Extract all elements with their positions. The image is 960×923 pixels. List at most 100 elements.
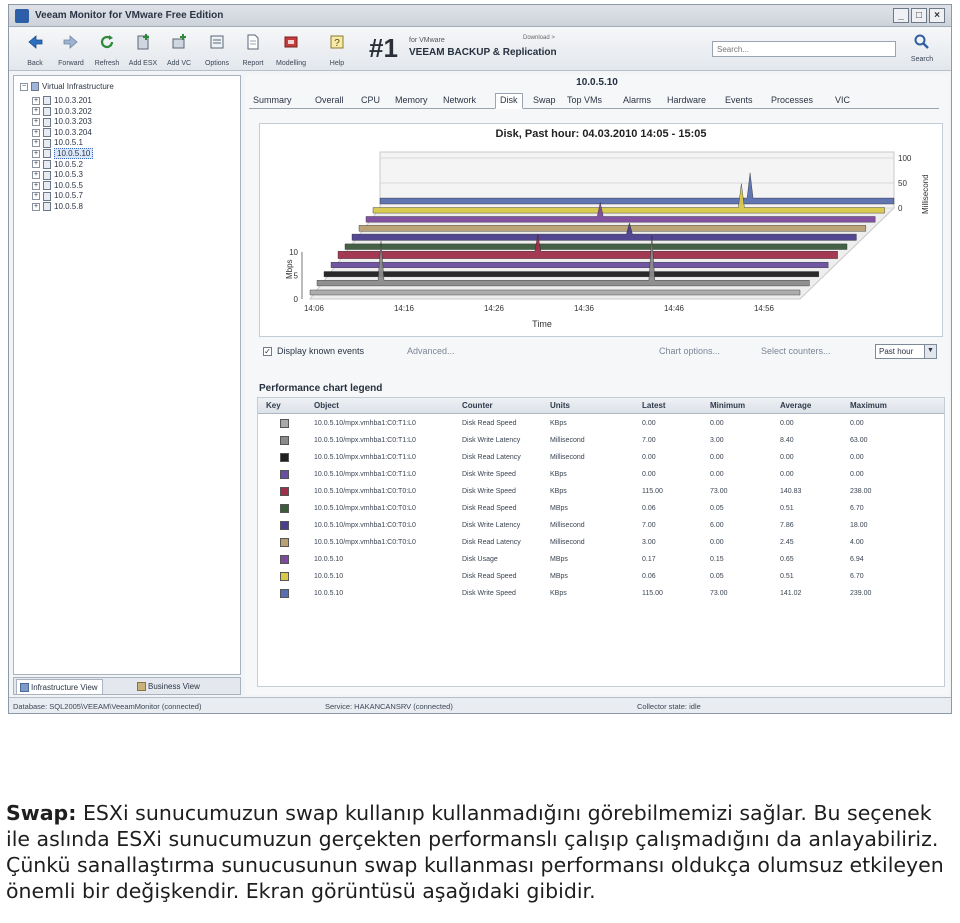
back-button[interactable]: Back (17, 31, 53, 67)
column-average[interactable]: Average (780, 401, 811, 410)
refresh-button[interactable]: Refresh (89, 31, 125, 67)
tab-top-vms[interactable]: Top VMs (567, 93, 602, 109)
right-y-tick-label: 100 (898, 154, 912, 163)
expand-icon[interactable]: + (32, 107, 40, 116)
tree-root[interactable]: − Virtual Infrastructure (20, 82, 114, 94)
advanced-link[interactable]: Advanced... (407, 346, 455, 356)
modelling-button[interactable]: Modelling (273, 31, 309, 67)
legend-row[interactable]: 10.0.5.10/mpx.vmhba1:C0:T1:L0 Disk Write … (258, 433, 944, 450)
legend-cell-counter: Disk Write Speed (462, 471, 516, 478)
chart-series-band (309, 289, 801, 296)
legend-cell-object: 10.0.5.10/mpx.vmhba1:C0:T0:L0 (314, 505, 416, 512)
legend-row[interactable]: 10.0.5.10/mpx.vmhba1:C0:T1:L0 Disk Write … (258, 467, 944, 484)
report-button[interactable]: Report (235, 31, 271, 67)
banner-download-link[interactable]: Download > (523, 35, 555, 41)
tab-network[interactable]: Network (443, 93, 476, 109)
series-color-swatch (280, 589, 289, 598)
caption-text: ESXi sunucumuzun swap kullanıp kullanmad… (6, 801, 944, 903)
host-icon (43, 170, 51, 180)
column-minimum[interactable]: Minimum (710, 401, 745, 410)
expand-icon[interactable]: + (32, 128, 40, 137)
tab-overall[interactable]: Overall (315, 93, 344, 109)
add-esx-button[interactable]: Add ESX (125, 31, 161, 67)
close-button[interactable]: × (929, 8, 945, 23)
legend-row[interactable]: 10.0.5.10/mpx.vmhba1:C0:T0:L0 Disk Read L… (258, 535, 944, 552)
legend-cell-minimum: 73.00 (710, 488, 728, 495)
host-icon (43, 181, 51, 191)
tab-memory[interactable]: Memory (395, 93, 428, 109)
select-counters-link[interactable]: Select counters... (761, 346, 831, 356)
expand-icon[interactable]: + (32, 96, 40, 105)
expand-icon[interactable]: + (32, 139, 40, 148)
column-object[interactable]: Object (314, 401, 339, 410)
legend-row[interactable]: 10.0.5.10/mpx.vmhba1:C0:T1:L0 Disk Read L… (258, 450, 944, 467)
legend-row[interactable]: 10.0.5.10/mpx.vmhba1:C0:T0:L0 Disk Read S… (258, 501, 944, 518)
tab-processes[interactable]: Processes (771, 93, 813, 109)
forward-button[interactable]: Forward (53, 31, 89, 67)
legend-row[interactable]: 10.0.5.10/mpx.vmhba1:C0:T1:L0 Disk Read S… (258, 416, 944, 433)
right-y-axis-label: Millisecond (921, 174, 930, 214)
search-input[interactable] (712, 41, 896, 57)
display-known-events-checkbox[interactable]: ✓ (263, 347, 272, 356)
legend-cell-latest: 7.00 (642, 522, 656, 529)
series-color-swatch (280, 470, 289, 479)
legend-cell-object: 10.0.5.10/mpx.vmhba1:C0:T0:L0 (314, 522, 416, 529)
column-units[interactable]: Units (550, 401, 570, 410)
column-key[interactable]: Key (266, 401, 281, 410)
legend-cell-latest: 3.00 (642, 539, 656, 546)
legend-cell-object: 10.0.5.10/mpx.vmhba1:C0:T1:L0 (314, 420, 416, 427)
tab-swap[interactable]: Swap (533, 93, 556, 109)
maximize-button[interactable]: □ (911, 8, 927, 23)
tab-cpu[interactable]: CPU (361, 93, 380, 109)
chart-series-band (358, 225, 866, 232)
legend-row[interactable]: 10.0.5.10 Disk Usage MBps 0.17 0.15 0.65 6.94 (258, 552, 944, 569)
expand-icon[interactable]: + (32, 149, 40, 158)
legend-cell-minimum: 0.00 (710, 471, 724, 478)
help-button[interactable]: ? Help (319, 31, 355, 67)
options-button[interactable]: Options (199, 31, 235, 67)
tab-vic[interactable]: VIC (835, 93, 850, 109)
expand-icon[interactable]: + (32, 181, 40, 190)
legend-row[interactable]: 10.0.5.10 Disk Read Speed MBps 0.06 0.05 0.51… (258, 569, 944, 586)
expand-icon[interactable]: + (32, 171, 40, 180)
chart-options-link[interactable]: Chart options... (659, 346, 720, 356)
collapse-icon[interactable]: − (20, 82, 28, 91)
legend-cell-minimum: 3.00 (710, 437, 724, 444)
add-vc-button[interactable]: Add VC (161, 31, 197, 67)
legend-cell-units: Millisecond (550, 454, 585, 461)
column-latest[interactable]: Latest (642, 401, 666, 410)
tab-alarms[interactable]: Alarms (623, 93, 651, 109)
tab-summary[interactable]: Summary (253, 93, 292, 109)
expand-icon[interactable]: + (32, 160, 40, 169)
chevron-down-icon[interactable]: ▼ (924, 345, 936, 358)
legend-cell-maximum: 63.00 (850, 437, 868, 444)
legend-cell-units: MBps (550, 556, 568, 563)
legend-row[interactable]: 10.0.5.10/mpx.vmhba1:C0:T0:L0 Disk Write … (258, 484, 944, 501)
expand-icon[interactable]: + (32, 192, 40, 201)
tab-disk[interactable]: Disk (495, 93, 523, 109)
minimize-button[interactable]: _ (893, 8, 909, 23)
series-color-swatch (280, 504, 289, 513)
column-counter[interactable]: Counter (462, 401, 493, 410)
article-caption: Swap: ESXi sunucumuzun swap kullanıp kul… (6, 800, 956, 904)
expand-icon[interactable]: + (32, 118, 40, 127)
search-button[interactable]: Search (907, 33, 937, 67)
veeam-backup-banner[interactable]: #1 for VMware VEEAM BACKUP & Replication… (369, 33, 569, 65)
legend-row[interactable]: 10.0.5.10/mpx.vmhba1:C0:T0:L0 Disk Write … (258, 518, 944, 535)
tab-events[interactable]: Events (725, 93, 753, 109)
time-range-select[interactable]: Past hour ▼ (875, 344, 937, 359)
tab-infrastructure-view[interactable]: Infrastructure View (16, 679, 103, 694)
tab-hardware[interactable]: Hardware (667, 93, 706, 109)
host-label: 10.0.5.10 (54, 148, 94, 159)
legend-row[interactable]: 10.0.5.10 Disk Write Speed KBps 115.00 73.00… (258, 586, 944, 603)
tree-host-item[interactable]: +10.0.5.8 (32, 202, 83, 214)
legend-cell-object: 10.0.5.10/mpx.vmhba1:C0:T0:L0 (314, 488, 416, 495)
expand-icon[interactable]: + (32, 202, 40, 211)
host-label: 10.0.5.5 (54, 180, 83, 190)
column-maximum[interactable]: Maximum (850, 401, 887, 410)
left-y-tick-label: 10 (289, 248, 298, 257)
tab-business-view[interactable]: Business View (134, 679, 204, 694)
legend-cell-counter: Disk Write Speed (462, 590, 516, 597)
legend-cell-object: 10.0.5.10/mpx.vmhba1:C0:T1:L0 (314, 454, 416, 461)
legend-cell-minimum: 0.05 (710, 573, 724, 580)
